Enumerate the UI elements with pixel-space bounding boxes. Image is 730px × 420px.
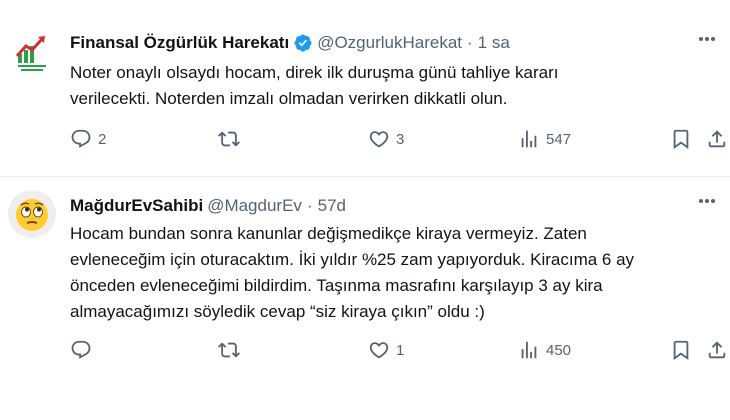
views-count: 450 (546, 341, 572, 359)
bookmark-button[interactable] (670, 128, 692, 150)
separator-dot: · (306, 196, 313, 215)
author-name[interactable]: Finansal Özgürlük Harekatı (70, 33, 289, 53)
views-chart-icon (521, 130, 537, 148)
tweet-text: Hocam bundan sonra kanunlar değişmedikçe… (70, 221, 670, 325)
like-button[interactable]: 1 (368, 339, 404, 361)
more-options-icon[interactable] (698, 36, 716, 42)
tweet-text-line: Hocam bundan sonra kanunlar değişmedikçe… (70, 224, 587, 243)
views-chart-icon (521, 341, 537, 359)
avatar[interactable] (8, 28, 56, 76)
tweet-text-line: verilecekti. Noterden imzalı olmadan ver… (70, 89, 508, 108)
retweet-icon (218, 131, 240, 147)
tweet-text-line: Noter onaylı olsaydı hocam, direk ilk du… (70, 63, 559, 82)
heart-icon (369, 342, 389, 359)
tweet-2[interactable]: MağdurEvSahibi @MagdurEv · 57d Hocam bun… (0, 176, 730, 420)
reply-icon (71, 129, 91, 148)
share-button[interactable] (706, 128, 728, 150)
heart-icon (369, 131, 389, 148)
like-count: 1 (396, 341, 405, 359)
retweet-icon (218, 342, 240, 358)
bookmark-button[interactable] (670, 339, 692, 361)
bookmark-icon (673, 340, 689, 361)
verified-badge-icon (294, 34, 312, 52)
reply-button[interactable]: 2 (70, 128, 106, 150)
like-button[interactable]: 3 (368, 128, 404, 150)
retweet-button[interactable] (218, 339, 246, 361)
tweet-text-line: önceden evleneceğimi bildirdim. Taşınma … (70, 276, 603, 295)
timestamp[interactable]: 1 sa (478, 33, 510, 53)
views-button[interactable]: 450 (518, 339, 571, 361)
share-icon (708, 341, 726, 359)
bookmark-icon (673, 129, 689, 150)
emoji-face-icon (8, 190, 56, 238)
avatar[interactable] (8, 190, 56, 238)
separator-dot: · (467, 33, 473, 52)
tweet-header: Finansal Özgürlük Harekatı @OzgurlukHare… (70, 33, 510, 53)
tweet-text-line: evleneceğim için oturacaktım. İki yıldır… (70, 250, 635, 269)
logo-chart-icon (8, 28, 56, 76)
more-options-icon[interactable] (698, 198, 716, 204)
author-name[interactable]: MağdurEvSahibi (70, 196, 203, 216)
tweet-actions: 2 3 547 (70, 128, 730, 156)
tweet-actions: 1 450 (70, 339, 730, 367)
share-button[interactable] (706, 339, 728, 361)
reply-count: 2 (98, 130, 107, 148)
share-icon (708, 130, 726, 148)
tweet-header: MağdurEvSahibi @MagdurEv · 57d (70, 196, 346, 216)
tweet-text: Noter onaylı olsaydı hocam, direk ilk du… (70, 60, 670, 112)
reply-icon (71, 340, 91, 359)
author-handle[interactable]: @MagdurEv (207, 196, 302, 216)
reply-button[interactable] (70, 339, 98, 361)
tweet-1[interactable]: Finansal Özgürlük Harekatı @OzgurlukHare… (0, 0, 730, 176)
timestamp[interactable]: 57d (318, 196, 346, 216)
views-count: 547 (546, 130, 572, 148)
author-handle[interactable]: @OzgurlukHarekat (317, 33, 462, 53)
like-count: 3 (396, 130, 405, 148)
tweet-text-line: almayacağımızı söyledik cevap “siz kiray… (70, 302, 485, 321)
retweet-button[interactable] (218, 128, 246, 150)
views-button[interactable]: 547 (518, 128, 571, 150)
